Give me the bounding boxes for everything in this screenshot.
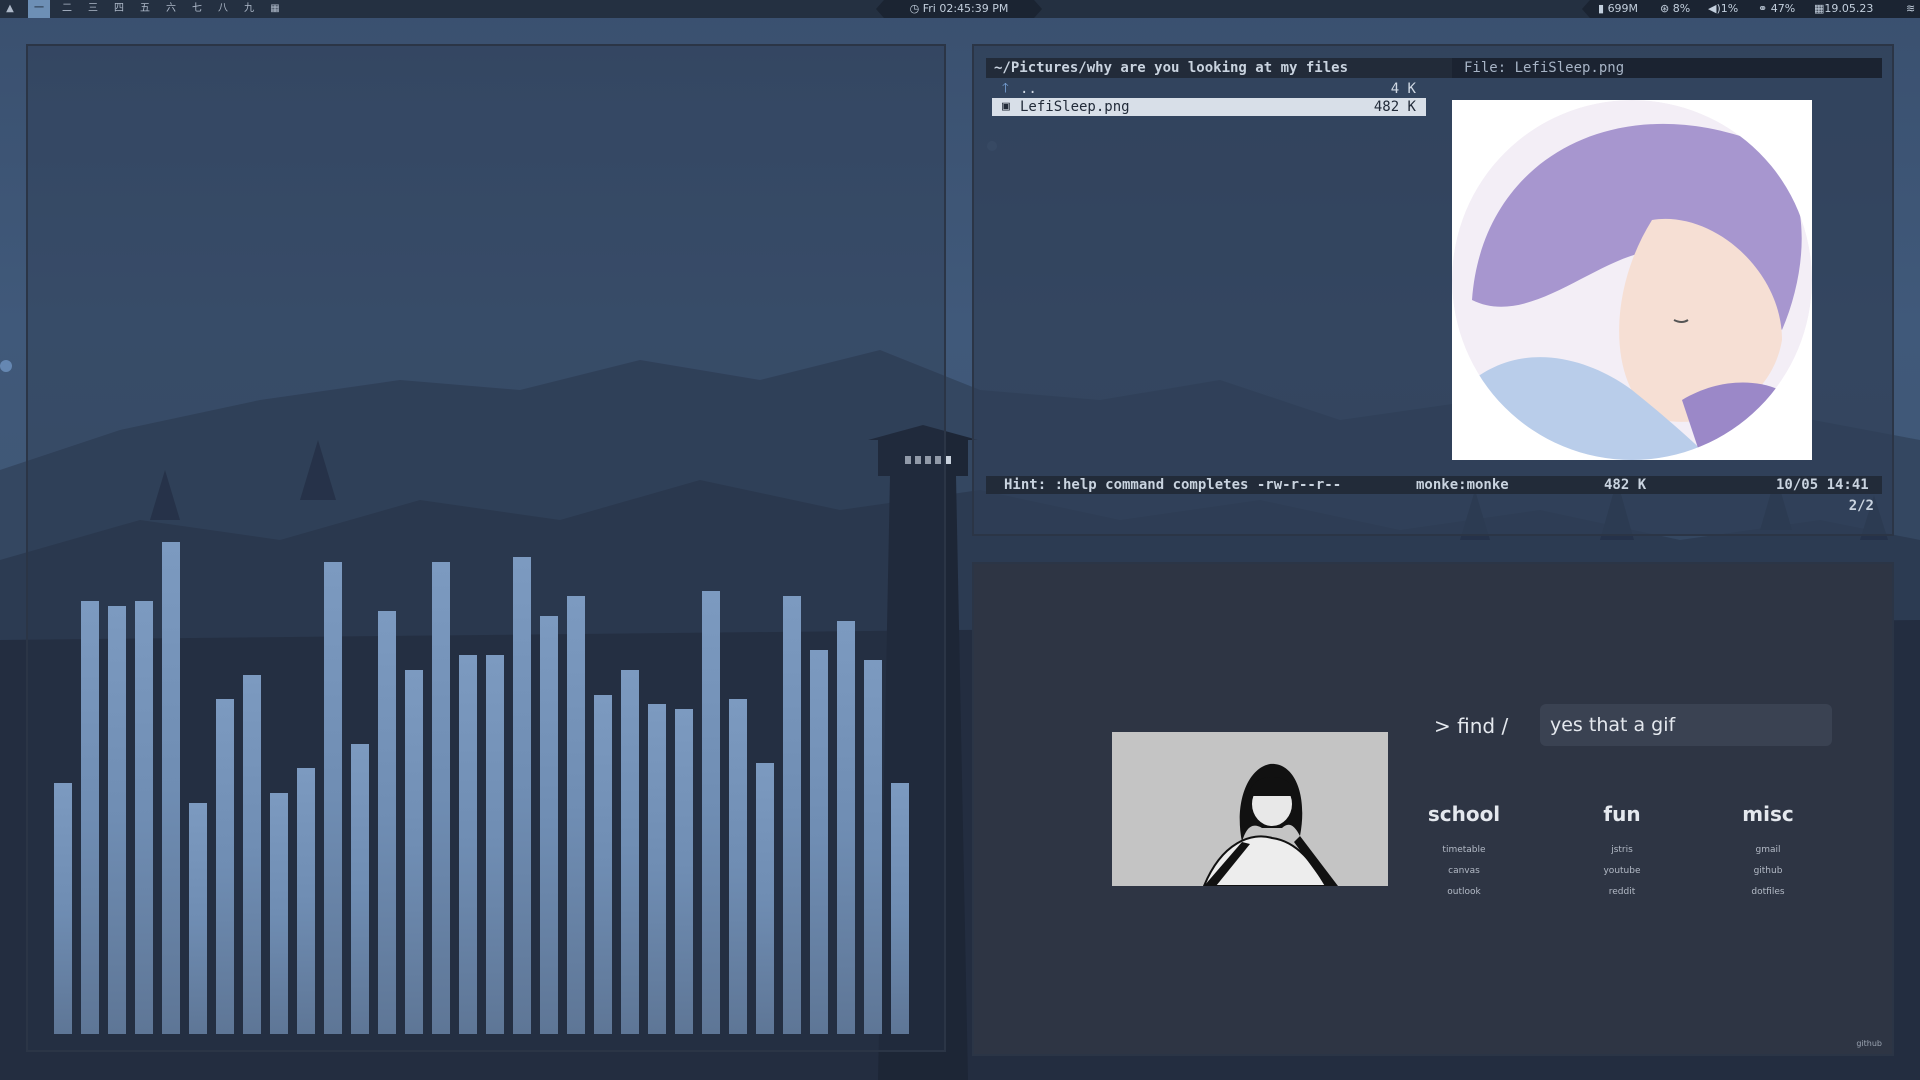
speaker-icon: ◀) (1708, 2, 1721, 15)
startpage-window[interactable]: > find / school timetable canvas outlook… (972, 562, 1894, 1056)
footer-github-link[interactable]: github (1856, 1039, 1882, 1048)
workspace-6[interactable]: 六 (160, 0, 182, 18)
visualizer-bar (459, 655, 477, 1034)
status-date: 10/05 14:41 (1776, 477, 1869, 493)
workspace-1[interactable]: 一 (28, 0, 50, 18)
visualizer-bar (702, 591, 720, 1034)
gif-image (1112, 732, 1388, 886)
clock-text: Fri 02:45:39 PM (922, 2, 1009, 15)
file-row-parent[interactable]: 🡑 .. 4 K (992, 80, 1426, 98)
status-line: Hint: :help command completes -rw-r--r--… (986, 476, 1882, 494)
visualizer-bar (486, 655, 504, 1034)
visualizer-bar (783, 596, 801, 1034)
link-icon: ⚭ (1758, 2, 1768, 15)
memory-indicator[interactable]: ▮ 699M (1598, 0, 1638, 18)
column-title-fun: fun (1603, 802, 1641, 826)
link-dotfiles[interactable]: dotfiles (1708, 882, 1828, 903)
image-preview (1452, 100, 1812, 460)
visualizer-bar (162, 542, 180, 1034)
visualizer-bar (297, 768, 315, 1034)
workspace-5[interactable]: 五 (134, 0, 156, 18)
visualizer-bar (378, 611, 396, 1034)
clock-icon: ◷ (909, 2, 923, 15)
link-youtube[interactable]: youtube (1562, 861, 1682, 882)
links-column-fun: fun jstris youtube reddit (1562, 802, 1682, 903)
visualizer-bar (324, 562, 342, 1034)
workspace-7[interactable]: 七 (186, 0, 208, 18)
links-column-school: school timetable canvas outlook (1404, 802, 1524, 903)
visualizer-bar (729, 699, 747, 1034)
clock[interactable]: ◷ Fri 02:45:39 PM (876, 0, 1042, 18)
workspace-3[interactable]: 三 (82, 0, 104, 18)
workspace-2[interactable]: 二 (56, 0, 78, 18)
visualizer-bar (621, 670, 639, 1034)
visualizer-bar (405, 670, 423, 1034)
grid-icon[interactable]: ▦ (264, 0, 286, 18)
visualizer-bar (351, 744, 369, 1034)
visualizer-bar (567, 596, 585, 1034)
visualizer-bar (216, 699, 234, 1034)
cpu-icon: ⊛ (1660, 2, 1670, 15)
visualizer-bar (540, 616, 558, 1034)
wifi-icon[interactable]: ≋ (1906, 0, 1915, 18)
link-github[interactable]: github (1708, 861, 1828, 882)
visualizer-bar (594, 695, 612, 1034)
visualizer-bar (189, 803, 207, 1034)
workspace-4[interactable]: 四 (108, 0, 130, 18)
visualizer-bar (864, 660, 882, 1034)
visualizer-bar (81, 601, 99, 1034)
link-outlook[interactable]: outlook (1404, 882, 1524, 903)
visualizer-bar (648, 704, 666, 1034)
calendar-icon: ▦ (1814, 2, 1825, 15)
link-gmail[interactable]: gmail (1708, 840, 1828, 861)
audio-visualizer-window[interactable] (26, 44, 946, 1052)
links-column-misc: misc gmail github dotfiles (1708, 802, 1828, 903)
current-path: ~/Pictures/why are you looking at my fil… (994, 60, 1349, 76)
link-jstris[interactable]: jstris (1562, 840, 1682, 861)
visualizer-bar (891, 783, 909, 1034)
visualizer-bar (675, 709, 693, 1034)
visualizer-bar (54, 783, 72, 1034)
volume-indicator[interactable]: ◀)1% (1708, 0, 1738, 18)
visualizer-bar (513, 557, 531, 1034)
visualizer-bar (810, 650, 828, 1034)
workspace-9[interactable]: 九 (238, 0, 260, 18)
image-file-icon: ▣ (1002, 99, 1010, 114)
brightness-indicator[interactable]: ⚭ 47% (1758, 0, 1795, 18)
visualizer-bar (108, 606, 126, 1034)
link-timetable[interactable]: timetable (1404, 840, 1524, 861)
find-prompt: > find / (1434, 714, 1509, 738)
top-bar: ▲ 一 二 三 四 五 六 七 八 九 ▦ ◷ Fri 02:45:39 PM … (0, 0, 1920, 18)
visualizer-bar (756, 763, 774, 1034)
visualizer-bar (837, 621, 855, 1034)
memory-icon: ▮ (1598, 2, 1605, 15)
visualizer-bar (243, 675, 261, 1034)
link-reddit[interactable]: reddit (1562, 882, 1682, 903)
file-row-selected[interactable]: ▣ LefiSleep.png 482 K (992, 98, 1426, 116)
arrow-up-icon: 🡑 (1002, 81, 1009, 96)
column-title-misc: misc (1742, 802, 1794, 826)
file-count: 2/2 (1848, 498, 1874, 514)
file-manager-header: ~/Pictures/why are you looking at my fil… (986, 58, 1882, 78)
visualizer-bar (135, 601, 153, 1034)
visualizer-bar (432, 562, 450, 1034)
date-indicator[interactable]: ▦19.05.23 (1814, 0, 1873, 18)
cpu-indicator[interactable]: ⊛ 8% (1660, 0, 1690, 18)
preview-file-title: File: LefiSleep.png (1452, 58, 1882, 78)
status-owner: monke:monke (1416, 477, 1509, 493)
file-manager-window[interactable]: ~/Pictures/why are you looking at my fil… (972, 44, 1894, 536)
status-hint: Hint: :help command completes -rw-r--r-- (1004, 477, 1342, 493)
column-title-school: school (1427, 802, 1501, 826)
arch-icon[interactable]: ▲ (0, 0, 20, 18)
workspace-8[interactable]: 八 (212, 0, 234, 18)
visualizer-bar (270, 793, 288, 1034)
status-size: 482 K (1604, 477, 1647, 493)
search-input[interactable] (1540, 704, 1832, 746)
link-canvas[interactable]: canvas (1404, 861, 1524, 882)
